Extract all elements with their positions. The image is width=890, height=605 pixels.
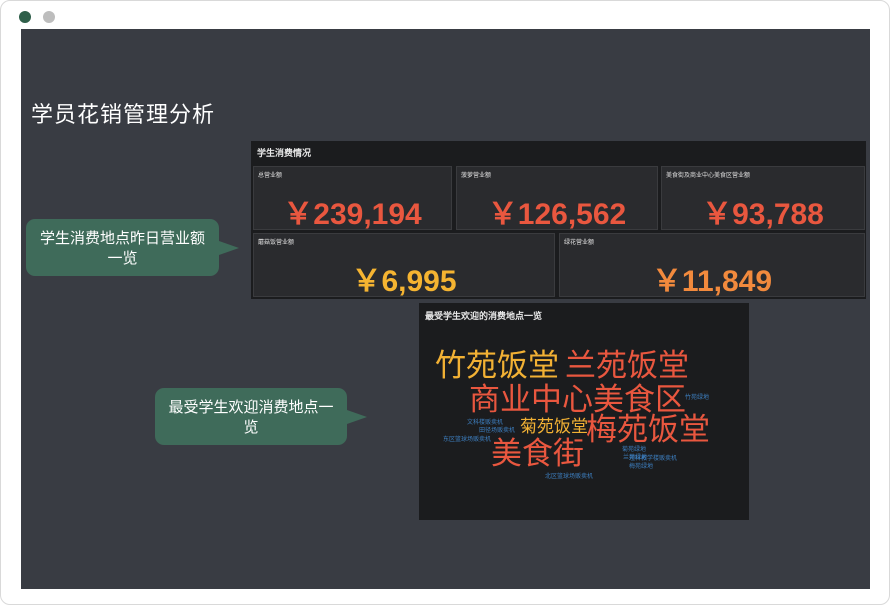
word-cloud-item[interactable]: 北区篮球场贩卖机 bbox=[545, 474, 593, 480]
window-dot-green-icon[interactable] bbox=[19, 11, 31, 23]
kpi-card-4[interactable]: 蘑菇饭营业额 ￥6,995 bbox=[253, 233, 555, 298]
page-title: 学员花销管理分析 bbox=[31, 103, 216, 128]
kpi-label: 总营业额 bbox=[258, 172, 283, 179]
word-cloud-item[interactable]: 文科楼贩卖机 bbox=[467, 420, 503, 426]
kpi-card-5[interactable]: 绿花营业额 ￥11,849 bbox=[559, 233, 865, 298]
kpi-label: 蘑菇饭营业额 bbox=[258, 239, 295, 246]
word-cloud-item[interactable]: 田径场贩卖机 bbox=[479, 428, 515, 434]
kpi-panel: 学生消费情况 总营业额 ￥239,194 菠萝营业额 ￥126,562 美食街及… bbox=[251, 141, 866, 299]
kpi-card-2[interactable]: 菠萝营业额 ￥126,562 bbox=[456, 166, 658, 231]
word-cloud-item[interactable]: 梅苑饭堂 bbox=[586, 415, 710, 446]
word-cloud-panel: 最受学生欢迎的消费地点一览 竹苑饭堂 兰苑饭堂 商业中心美食区 菊苑饭堂 梅苑饭堂 美食街… bbox=[419, 303, 749, 520]
window-dot-gray-icon[interactable] bbox=[43, 11, 55, 23]
word-cloud-item[interactable]: 美食街 bbox=[491, 439, 584, 470]
kpi-label: 菠萝营业额 bbox=[461, 172, 492, 179]
dashboard-canvas: 学员花销管理分析 学生消费地点昨日营业额一览 最受学生欢迎消费地点一览 学生消费… bbox=[21, 29, 870, 589]
kpi-value: ￥126,562 bbox=[487, 198, 627, 231]
word-cloud-item[interactable]: 菊苑绿地 bbox=[622, 447, 646, 453]
word-cloud-item[interactable]: 梅苑绿地 bbox=[629, 464, 653, 470]
callout-yesterday-revenue: 学生消费地点昨日营业额一览 bbox=[26, 219, 239, 276]
kpi-value: ￥239,194 bbox=[283, 198, 422, 231]
callout-popular-places: 最受学生欢迎消费地点一览 bbox=[155, 388, 367, 445]
kpi-card-total[interactable]: 总营业额 ￥239,194 bbox=[253, 166, 452, 231]
word-cloud-item[interactable]: 理科教学楼贩卖机 bbox=[629, 456, 677, 462]
word-cloud-item[interactable]: 菊苑饭堂 bbox=[520, 419, 588, 436]
kpi-panel-title: 学生消费情况 bbox=[257, 149, 312, 159]
kpi-value: ￥11,849 bbox=[651, 265, 773, 298]
word-cloud-item[interactable]: 兰苑饭堂 bbox=[565, 351, 689, 382]
word-cloud-item[interactable]: 竹苑绿地 bbox=[685, 395, 709, 401]
kpi-label: 绿花营业额 bbox=[564, 239, 595, 246]
kpi-card-3[interactable]: 美食街及商业中心美食区营业额 ￥93,788 bbox=[661, 166, 865, 231]
word-cloud-title: 最受学生欢迎的消费地点一览 bbox=[425, 312, 543, 322]
kpi-value: ￥93,788 bbox=[702, 198, 824, 231]
word-cloud-item[interactable]: 东区篮球场贩卖机 bbox=[443, 437, 491, 443]
kpi-label: 美食街及商业中心美食区营业额 bbox=[666, 172, 751, 179]
window-frame: 学员花销管理分析 学生消费地点昨日营业额一览 最受学生欢迎消费地点一览 学生消费… bbox=[0, 0, 890, 605]
kpi-value: ￥6,995 bbox=[351, 265, 457, 298]
word-cloud-item[interactable]: 竹苑饭堂 bbox=[435, 351, 559, 382]
